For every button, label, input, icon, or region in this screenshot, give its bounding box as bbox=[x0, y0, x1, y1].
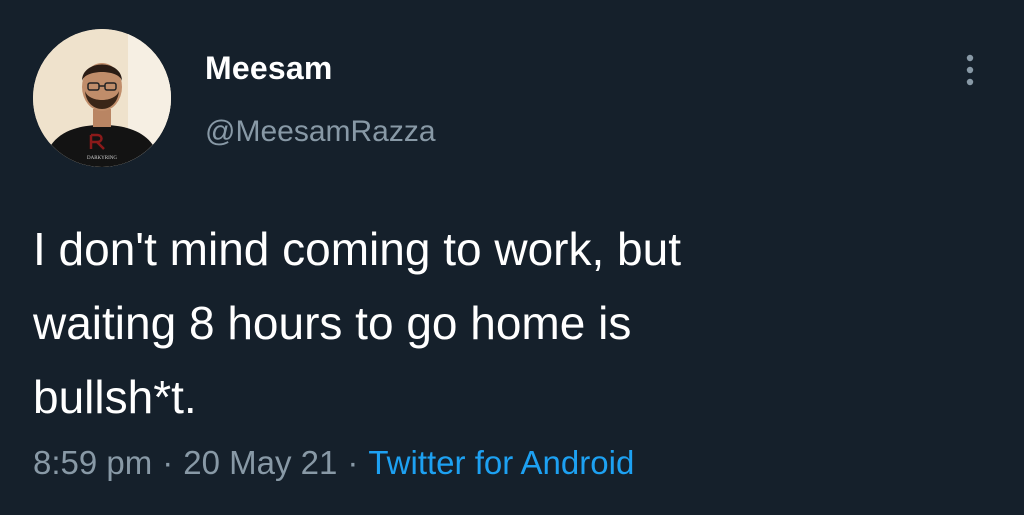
author-avatar[interactable]: DARKYRING bbox=[33, 29, 171, 167]
avatar-image: DARKYRING bbox=[33, 29, 171, 167]
tweet-card: DARKYRING Meesam @MeesamRazza I don't mi… bbox=[0, 0, 1024, 515]
more-vertical-icon[interactable] bbox=[955, 50, 985, 90]
avatar-shirt-text: DARKYRING bbox=[87, 156, 117, 161]
author-display-name[interactable]: Meesam bbox=[205, 50, 333, 87]
author-handle[interactable]: @MeesamRazza bbox=[205, 115, 436, 149]
tweet-text: I don't mind coming to work, but waiting… bbox=[33, 223, 681, 423]
meta-separator: · bbox=[347, 444, 359, 481]
tweet-metadata: 8:59 pm · 20 May 21 · Twitter for Android bbox=[33, 444, 634, 482]
tweet-time[interactable]: 8:59 pm bbox=[33, 444, 152, 481]
meta-separator: · bbox=[162, 444, 174, 481]
tweet-source-link[interactable]: Twitter for Android bbox=[368, 444, 634, 481]
tweet-date[interactable]: 20 May 21 bbox=[183, 444, 337, 481]
